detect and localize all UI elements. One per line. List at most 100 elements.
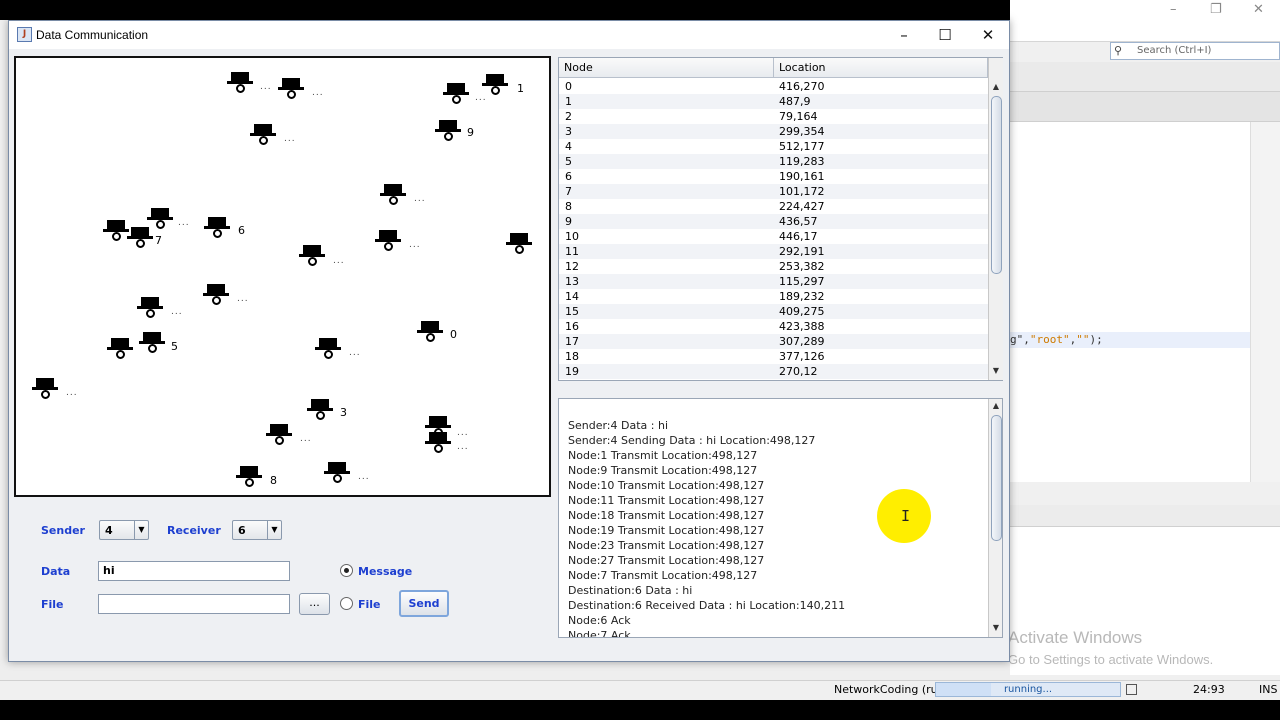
cell-location: 119,283 xyxy=(779,155,825,168)
node-label: 7 xyxy=(155,234,162,247)
ide-minimize-icon[interactable]: – xyxy=(1170,2,1177,17)
table-row[interactable]: 18 377,126 xyxy=(559,349,988,364)
table-row[interactable]: 11 292,191 xyxy=(559,244,988,259)
cell-location: 292,191 xyxy=(779,245,825,258)
window-titlebar: J Data Communication – ☐ ✕ xyxy=(9,21,1009,49)
status-project-name[interactable]: NetworkCoding (run) xyxy=(834,683,949,696)
ide-editor[interactable] xyxy=(1010,122,1250,482)
table-row[interactable]: 17 307,289 xyxy=(559,334,988,349)
cell-node: 3 xyxy=(565,125,572,138)
data-input[interactable]: hi xyxy=(98,561,290,581)
cell-node: 10 xyxy=(565,230,579,243)
node-ellipsis: ... xyxy=(457,428,469,438)
table-row[interactable]: 0 416,270 xyxy=(559,79,988,94)
node-ellipsis: ... xyxy=(260,82,272,92)
node-ellipsis: ... xyxy=(358,472,370,482)
table-row[interactable]: 12 253,382 xyxy=(559,259,988,274)
cell-location: 299,354 xyxy=(779,125,825,138)
sender-label: Sender xyxy=(41,524,85,537)
node-ellipsis: ... xyxy=(312,88,324,98)
table-row[interactable]: 4 512,177 xyxy=(559,139,988,154)
status-progress-bar[interactable]: running... xyxy=(935,682,1121,697)
node-location-table[interactable]: Node Location 0 416,270 1 487,9 2 79,164 3 299,… xyxy=(558,57,1003,381)
ide-output-panel xyxy=(1010,505,1280,675)
minimize-button[interactable]: – xyxy=(882,21,926,49)
node-icon xyxy=(417,321,443,343)
cell-node: 2 xyxy=(565,110,572,123)
cell-node: 8 xyxy=(565,200,572,213)
table-row[interactable]: 7 101,172 xyxy=(559,184,988,199)
node-ellipsis: ... xyxy=(300,434,312,444)
receiver-label: Receiver xyxy=(167,524,221,537)
table-row[interactable]: 1 487,9 xyxy=(559,94,988,109)
node-icon xyxy=(103,220,129,242)
cell-node: 19 xyxy=(565,365,579,378)
chevron-down-icon[interactable]: ▼ xyxy=(267,521,281,539)
close-button[interactable]: ✕ xyxy=(966,21,1010,49)
table-header: Node Location xyxy=(559,58,988,78)
node-label: 1 xyxy=(517,82,524,95)
table-row[interactable]: 16 423,388 xyxy=(559,319,988,334)
column-header-node[interactable]: Node xyxy=(559,58,774,78)
ide-code-line[interactable]: g","root",""); xyxy=(1010,332,1250,348)
table-row[interactable]: 10 446,17 xyxy=(559,229,988,244)
scroll-down-icon[interactable]: ▼ xyxy=(989,621,1002,635)
message-radio-label[interactable]: Message xyxy=(358,565,412,578)
node-ellipsis: ... xyxy=(284,134,296,144)
log-line: Node:9 Transmit Location:498,127 xyxy=(568,464,758,477)
scroll-thumb[interactable] xyxy=(991,96,1002,274)
java-app-icon: J xyxy=(17,27,32,42)
table-row[interactable]: 2 79,164 xyxy=(559,109,988,124)
file-path-input[interactable] xyxy=(98,594,290,614)
chevron-down-icon[interactable]: ▼ xyxy=(134,521,148,539)
ide-search-input[interactable]: Search (Ctrl+I) xyxy=(1110,42,1280,60)
table-row[interactable]: 14 189,232 xyxy=(559,289,988,304)
ide-toolbar xyxy=(1010,62,1280,92)
message-radio[interactable] xyxy=(340,564,353,577)
minimize-icon: – xyxy=(900,26,908,44)
ide-title-area: – ❐ ✕ xyxy=(1010,0,1280,42)
node-icon xyxy=(315,338,341,360)
scroll-up-icon[interactable]: ▲ xyxy=(989,80,1003,94)
file-radio[interactable] xyxy=(340,597,353,610)
ide-tab-bar xyxy=(1010,92,1280,122)
table-row[interactable]: 15 409,275 xyxy=(559,304,988,319)
node-icon xyxy=(425,432,451,454)
send-button[interactable]: Send xyxy=(399,590,449,617)
ide-close-icon[interactable]: ✕ xyxy=(1253,2,1264,17)
sender-combobox[interactable]: 4 ▼ xyxy=(99,520,149,540)
cell-location: 190,161 xyxy=(779,170,825,183)
table-row[interactable]: 5 119,283 xyxy=(559,154,988,169)
column-header-location[interactable]: Location xyxy=(774,58,988,78)
status-progress-text: running... xyxy=(1003,684,1053,695)
table-row[interactable]: 9 436,57 xyxy=(559,214,988,229)
status-notification-icon[interactable] xyxy=(1126,684,1137,695)
scroll-up-icon[interactable]: ▲ xyxy=(989,399,1002,413)
ide-restore-icon[interactable]: ❐ xyxy=(1210,2,1222,17)
scroll-thumb[interactable] xyxy=(991,415,1002,541)
table-scrollbar[interactable]: ▲ ▼ xyxy=(988,58,1003,380)
table-row[interactable]: 3 299,354 xyxy=(559,124,988,139)
communication-log[interactable]: Sender:4 Data : hi Sender:4 Sending Data … xyxy=(558,398,1003,638)
table-row[interactable]: 8 224,427 xyxy=(559,199,988,214)
node-label: 0 xyxy=(450,328,457,341)
log-line: Node:6 Ack xyxy=(568,614,631,627)
cell-location: 377,126 xyxy=(779,350,825,363)
log-lines: Sender:4 Data : hi Sender:4 Sending Data … xyxy=(568,418,845,637)
node-ellipsis: ... xyxy=(171,307,183,317)
table-row[interactable]: 13 115,297 xyxy=(559,274,988,289)
receiver-combobox[interactable]: 6 ▼ xyxy=(232,520,282,540)
network-canvas[interactable]: ... ... ... 1 ... 9 ... ... 7 6 ... ... … xyxy=(14,56,551,497)
status-insert-mode: INS xyxy=(1259,683,1278,696)
table-row[interactable]: 19 270,12 xyxy=(559,364,988,379)
browse-button[interactable]: ... xyxy=(299,593,330,615)
log-line: Node:19 Transmit Location:498,127 xyxy=(568,524,765,537)
file-radio-label[interactable]: File xyxy=(358,598,381,611)
node-icon xyxy=(443,83,469,105)
maximize-button[interactable]: ☐ xyxy=(923,21,967,49)
node-icon xyxy=(250,124,276,146)
table-row[interactable]: 6 190,161 xyxy=(559,169,988,184)
log-line: Node:1 Transmit Location:498,127 xyxy=(568,449,758,462)
log-scrollbar[interactable]: ▲ ▼ xyxy=(988,399,1002,637)
scroll-down-icon[interactable]: ▼ xyxy=(989,364,1003,378)
